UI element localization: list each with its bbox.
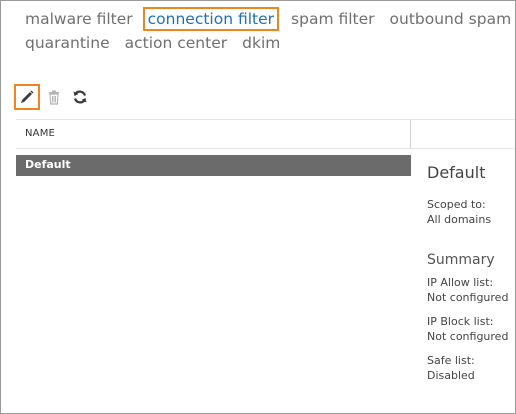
list-item[interactable]: Default <box>16 155 411 176</box>
nav-quarantine[interactable]: quarantine <box>25 32 110 54</box>
nav-row-2: quarantine action center dkim <box>25 31 515 55</box>
pencil-icon <box>19 89 35 105</box>
ip-block-label: IP Block list: <box>427 315 494 328</box>
safe-list-value: Disabled <box>427 369 475 382</box>
safe-list-label: Safe list: <box>427 354 475 367</box>
scoped-label: Scoped to: <box>427 198 486 211</box>
column-divider[interactable] <box>410 120 411 148</box>
scoped-value: All domains <box>427 213 492 226</box>
refresh-icon <box>72 89 88 105</box>
details-title: Default <box>427 163 486 182</box>
filter-nav: malware filter connection filter spam fi… <box>25 7 515 55</box>
window-frame: malware filter connection filter spam fi… <box>0 0 516 414</box>
ip-allow-label: IP Allow list: <box>427 276 494 289</box>
nav-connection-filter[interactable]: connection filter <box>142 7 280 31</box>
nav-dkim[interactable]: dkim <box>242 32 280 54</box>
trash-icon <box>47 90 61 105</box>
nav-action-center[interactable]: action center <box>125 32 228 54</box>
list-item-label: Default <box>25 158 71 171</box>
edit-button[interactable] <box>14 84 40 110</box>
grid-header: NAME <box>16 119 515 149</box>
details-pane: Default Scoped to: All domains Summary I… <box>427 161 515 383</box>
ip-block-value: Not configured <box>427 330 509 343</box>
nav-spam-filter[interactable]: spam filter <box>291 8 375 30</box>
toolbar <box>14 84 94 110</box>
nav-row-1: malware filter connection filter spam fi… <box>25 7 515 31</box>
policy-list: Default <box>16 147 411 413</box>
summary-heading: Summary <box>427 252 495 268</box>
delete-button[interactable] <box>42 85 66 109</box>
column-header-name[interactable]: NAME <box>25 128 55 139</box>
ip-allow-value: Not configured <box>427 291 509 304</box>
nav-outbound-spam[interactable]: outbound spam <box>390 8 512 30</box>
refresh-button[interactable] <box>68 85 92 109</box>
nav-malware-filter[interactable]: malware filter <box>25 8 133 30</box>
